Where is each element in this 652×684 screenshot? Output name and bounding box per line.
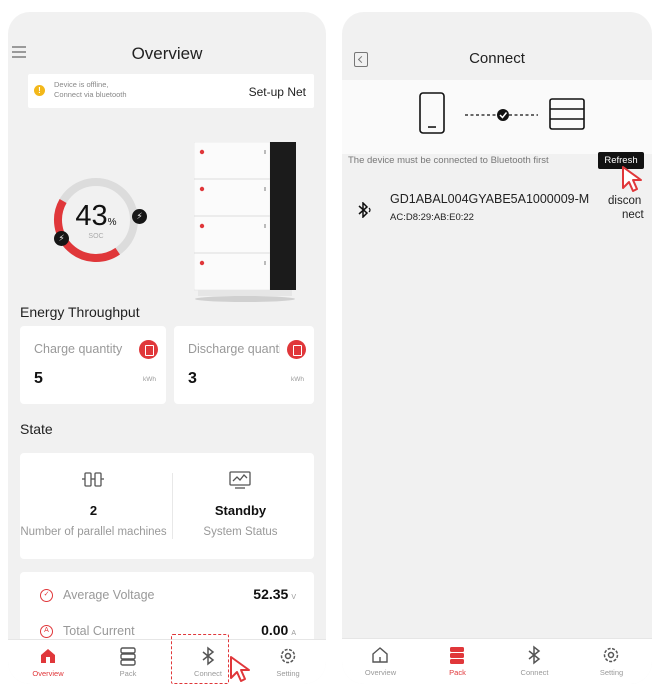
charge-icon bbox=[139, 340, 158, 359]
metric-label: Total Current bbox=[63, 624, 135, 638]
bluetooth-icon bbox=[528, 645, 541, 665]
parallel-machines-label: Number of parallel machines bbox=[20, 526, 167, 538]
discharge-quantity-unit: kWh bbox=[291, 376, 304, 383]
device-name: GD1ABAL004GYABE5A1000009-M bbox=[390, 192, 590, 206]
bluetooth-note: The device must be connected to Bluetoot… bbox=[348, 155, 549, 166]
connect-screen: Connect The device must be connected to … bbox=[342, 12, 652, 684]
tab-setting[interactable]: Setting bbox=[248, 640, 326, 684]
tab-label: Pack bbox=[449, 668, 466, 677]
battery-pack-icon bbox=[450, 647, 464, 664]
connected-check-icon bbox=[497, 109, 509, 121]
tab-label: Connect bbox=[520, 668, 549, 677]
tab-connect[interactable]: Connect bbox=[496, 639, 573, 684]
gear-icon bbox=[280, 648, 296, 664]
tab-label: Setting bbox=[599, 668, 624, 677]
metric-row-voltage: ✓ Average Voltage 52.35 V bbox=[20, 584, 314, 608]
charge-quantity-unit: kWh bbox=[143, 376, 156, 383]
discharge-icon bbox=[287, 340, 306, 359]
metric-value: 0.00 A bbox=[261, 622, 296, 638]
connect-tab-highlight bbox=[171, 634, 229, 684]
device-mac: AC:D8:29:AB:E0:22 bbox=[390, 212, 474, 223]
tab-overview[interactable]: Overview bbox=[8, 640, 88, 684]
system-status-label: System Status bbox=[203, 526, 278, 538]
discharge-quantity-value: 3 bbox=[188, 370, 197, 387]
soc-value: 43% bbox=[75, 200, 117, 232]
tab-label: Setting bbox=[276, 669, 300, 678]
charge-quantity-card: Charge quantity 5 kWh bbox=[20, 326, 166, 404]
pointer-cursor-icon bbox=[622, 166, 642, 192]
state-title: State bbox=[20, 421, 53, 437]
soc-gauge: 43% SOC ⚡ ⚡ bbox=[50, 174, 147, 266]
monitor-icon bbox=[229, 471, 251, 489]
discharge-quantity-label: Discharge quantity bbox=[188, 342, 280, 356]
metric-label: Average Voltage bbox=[63, 588, 155, 602]
tab-pack[interactable]: Pack bbox=[419, 639, 496, 684]
discharge-quantity-card: Discharge quantity 3 kWh bbox=[174, 326, 314, 404]
voltage-icon: ✓ bbox=[40, 589, 53, 602]
battery-pack-icon bbox=[120, 647, 136, 666]
page-title: Connect bbox=[469, 50, 525, 67]
overview-screen: Overview ! Device is offline, Connect vi… bbox=[8, 12, 326, 684]
parallel-machines: 2 Number of parallel machines bbox=[20, 453, 167, 559]
energy-throughput-title: Energy Throughput bbox=[20, 304, 140, 320]
system-status: Standby System Status bbox=[167, 453, 314, 559]
setup-net-link[interactable]: Set-up Net bbox=[249, 85, 306, 99]
charge-quantity-label: Charge quantity bbox=[34, 342, 123, 356]
tab-overview[interactable]: Overview bbox=[342, 639, 419, 684]
device-list-item[interactable]: GD1ABAL004GYABE5A1000009-M AC:D8:29:AB:E… bbox=[342, 190, 652, 230]
tab-setting[interactable]: Setting bbox=[573, 639, 650, 684]
warning-icon: ! bbox=[34, 85, 45, 96]
bolt-icon: ⚡ bbox=[54, 231, 69, 246]
bluetooth-icon bbox=[358, 202, 371, 218]
bottom-tab-bar: Overview Pack Connect Setting bbox=[8, 639, 326, 684]
tab-label: Pack bbox=[119, 669, 137, 678]
parallel-icon bbox=[82, 472, 104, 487]
overview-header: Overview bbox=[8, 12, 326, 68]
tab-label: Overview bbox=[32, 669, 64, 678]
home-icon bbox=[372, 647, 388, 663]
bolt-icon: ⚡ bbox=[132, 209, 147, 224]
offline-message: Device is offline, Connect via bluetooth bbox=[54, 80, 127, 99]
page-title: Overview bbox=[131, 44, 203, 63]
tab-pack[interactable]: Pack bbox=[88, 640, 168, 684]
parallel-machines-value: 2 bbox=[89, 503, 98, 518]
bottom-tab-bar: Overview Pack Connect Setting bbox=[342, 638, 652, 684]
home-icon bbox=[41, 649, 55, 663]
offline-banner: ! Device is offline, Connect via bluetoo… bbox=[28, 74, 314, 108]
state-card: 2 Number of parallel machines Standby Sy… bbox=[20, 453, 314, 559]
charge-quantity-value: 5 bbox=[34, 370, 43, 387]
system-status-value: Standby bbox=[214, 503, 267, 518]
battery-device-icon bbox=[549, 98, 585, 130]
disconnect-button[interactable]: discon nect bbox=[608, 194, 652, 222]
pointer-cursor-icon bbox=[230, 656, 250, 682]
battery-stack-image bbox=[193, 141, 296, 302]
metric-value: 52.35 V bbox=[253, 586, 296, 602]
connection-diagram bbox=[342, 80, 652, 154]
gear-icon bbox=[603, 647, 619, 663]
current-icon: A bbox=[40, 625, 53, 638]
tab-label: Overview bbox=[364, 668, 397, 677]
